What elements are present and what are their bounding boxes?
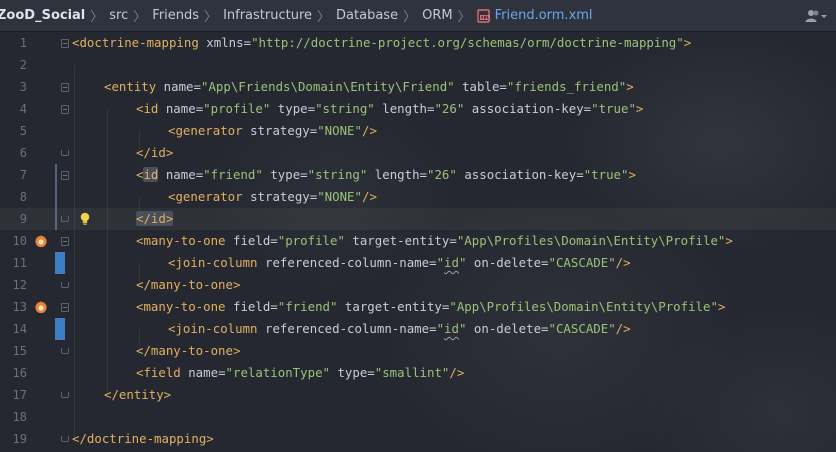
navigation-bar: ZooD_Social 〉 src 〉 Friends 〉 Infrastruc… xyxy=(0,0,836,32)
code-line: 18 xyxy=(0,406,836,428)
fold-end-icon[interactable] xyxy=(61,150,69,156)
breadcrumb-infrastructure[interactable]: Infrastructure xyxy=(223,0,312,32)
user-account-icon xyxy=(805,10,827,22)
code-text: </id> xyxy=(136,211,174,226)
code-line: 8 <generator strategy="NONE"/> xyxy=(0,186,836,208)
line-number: 1 xyxy=(19,36,27,50)
lightbulb-icon[interactable] xyxy=(79,212,91,226)
code-text: <entity name="App\Friends\Domain\Entity\… xyxy=(104,79,634,94)
line-number: 16 xyxy=(12,366,27,380)
code-line: 19 </doctrine-mapping> xyxy=(0,428,836,450)
code-line: 4 <id name="profile" type="string" lengt… xyxy=(0,98,836,120)
line-number: 3 xyxy=(19,80,27,94)
code-text: <join-column referenced-column-name="id"… xyxy=(168,255,631,270)
breadcrumb-friends[interactable]: Friends xyxy=(152,0,199,32)
code-line: 1 <doctrine-mapping xmlns="http://doctri… xyxy=(0,32,836,54)
fold-end-icon[interactable] xyxy=(61,436,69,442)
line-number: 4 xyxy=(19,102,27,116)
chevron-right-icon: 〉 xyxy=(403,10,417,25)
code-line: 11 <join-column referenced-column-name="… xyxy=(0,252,836,274)
code-text: </id> xyxy=(136,145,174,160)
code-text: <field name="relationType" type="smallin… xyxy=(136,365,465,380)
line-number: 12 xyxy=(12,278,27,292)
code-line: 7 <id name="friend" type="string" length… xyxy=(0,164,836,186)
code-text: <id name="friend" type="string" length="… xyxy=(136,167,636,182)
xml-file-icon xyxy=(476,8,490,23)
chevron-right-icon: 〉 xyxy=(317,10,331,25)
breadcrumb-database[interactable]: Database xyxy=(336,0,398,32)
code-text: </many-to-one> xyxy=(136,277,241,292)
code-text: <id name="profile" type="string" length=… xyxy=(136,101,644,116)
code-text: </entity> xyxy=(104,387,172,402)
code-line: 14 <join-column referenced-column-name="… xyxy=(0,318,836,340)
code-text: <join-column referenced-column-name="id"… xyxy=(168,321,631,336)
code-line: 13 <many-to-one field="friend" target-en… xyxy=(0,296,836,318)
code-line: 3 <entity name="App\Friends\Domain\Entit… xyxy=(0,76,836,98)
code-editor[interactable]: 1 <doctrine-mapping xmlns="http://doctri… xyxy=(0,32,836,452)
line-number: 19 xyxy=(12,432,27,446)
breadcrumb-src[interactable]: src xyxy=(109,0,128,32)
line-number: 10 xyxy=(12,234,27,248)
fold-toggle-icon[interactable] xyxy=(61,83,69,92)
code-line: 17 </entity> xyxy=(0,384,836,406)
code-line: 12 </many-to-one> xyxy=(0,274,836,296)
chevron-right-icon: 〉 xyxy=(90,10,104,25)
breadcrumb-orm[interactable]: ORM xyxy=(422,0,452,32)
code-line-current: 9 </id> xyxy=(0,208,836,230)
code-text: <many-to-one field="profile" target-enti… xyxy=(136,233,733,248)
fold-end-icon[interactable] xyxy=(61,216,69,222)
fold-toggle-icon[interactable] xyxy=(61,39,69,48)
fold-end-icon[interactable] xyxy=(61,348,69,354)
code-line: 6 </id> xyxy=(0,142,836,164)
line-number: 5 xyxy=(19,124,27,138)
fold-toggle-icon[interactable] xyxy=(61,303,69,312)
chevron-right-icon: 〉 xyxy=(204,10,218,25)
line-number: 9 xyxy=(19,212,27,226)
breadcrumb-project[interactable]: ZooD_Social xyxy=(0,0,85,32)
code-text: <doctrine-mapping xmlns="http://doctrine… xyxy=(72,35,692,50)
line-number: 2 xyxy=(19,58,27,72)
fold-end-icon[interactable] xyxy=(61,392,69,398)
fold-toggle-icon[interactable] xyxy=(61,237,69,246)
code-line: 16 <field name="relationType" type="smal… xyxy=(0,362,836,384)
relation-navigate-icon[interactable] xyxy=(34,300,48,314)
code-line: 15 </many-to-one> xyxy=(0,340,836,362)
code-text: </many-to-one> xyxy=(136,343,241,358)
line-number: 18 xyxy=(12,410,27,424)
line-number: 8 xyxy=(19,190,27,204)
line-number: 11 xyxy=(12,256,27,270)
line-number: 15 xyxy=(12,344,27,358)
chevron-right-icon: 〉 xyxy=(457,10,471,25)
code-text: <generator strategy="NONE"/> xyxy=(168,189,377,204)
line-number: 17 xyxy=(12,388,27,402)
fold-toggle-icon[interactable] xyxy=(61,105,69,114)
breadcrumb-file[interactable]: Friend.orm.xml xyxy=(476,0,593,32)
code-text: <generator strategy="NONE"/> xyxy=(168,123,377,138)
fold-toggle-icon[interactable] xyxy=(61,171,69,180)
code-line: 2 xyxy=(0,54,836,76)
breadcrumb-file-label: Friend.orm.xml xyxy=(494,8,593,23)
code-text: <many-to-one field="friend" target-entit… xyxy=(136,299,726,314)
line-number: 13 xyxy=(12,300,27,314)
code-line: 5 <generator strategy="NONE"/> xyxy=(0,120,836,142)
code-text: </doctrine-mapping> xyxy=(72,431,214,446)
fold-end-icon[interactable] xyxy=(61,282,69,288)
chevron-right-icon: 〉 xyxy=(133,10,147,25)
relation-navigate-icon[interactable] xyxy=(34,234,48,248)
line-number: 6 xyxy=(19,146,27,160)
line-number: 7 xyxy=(19,168,27,182)
line-number: 14 xyxy=(12,322,27,336)
user-account-button[interactable] xyxy=(804,6,828,26)
code-line: 10 <many-to-one field="profile" target-e… xyxy=(0,230,836,252)
